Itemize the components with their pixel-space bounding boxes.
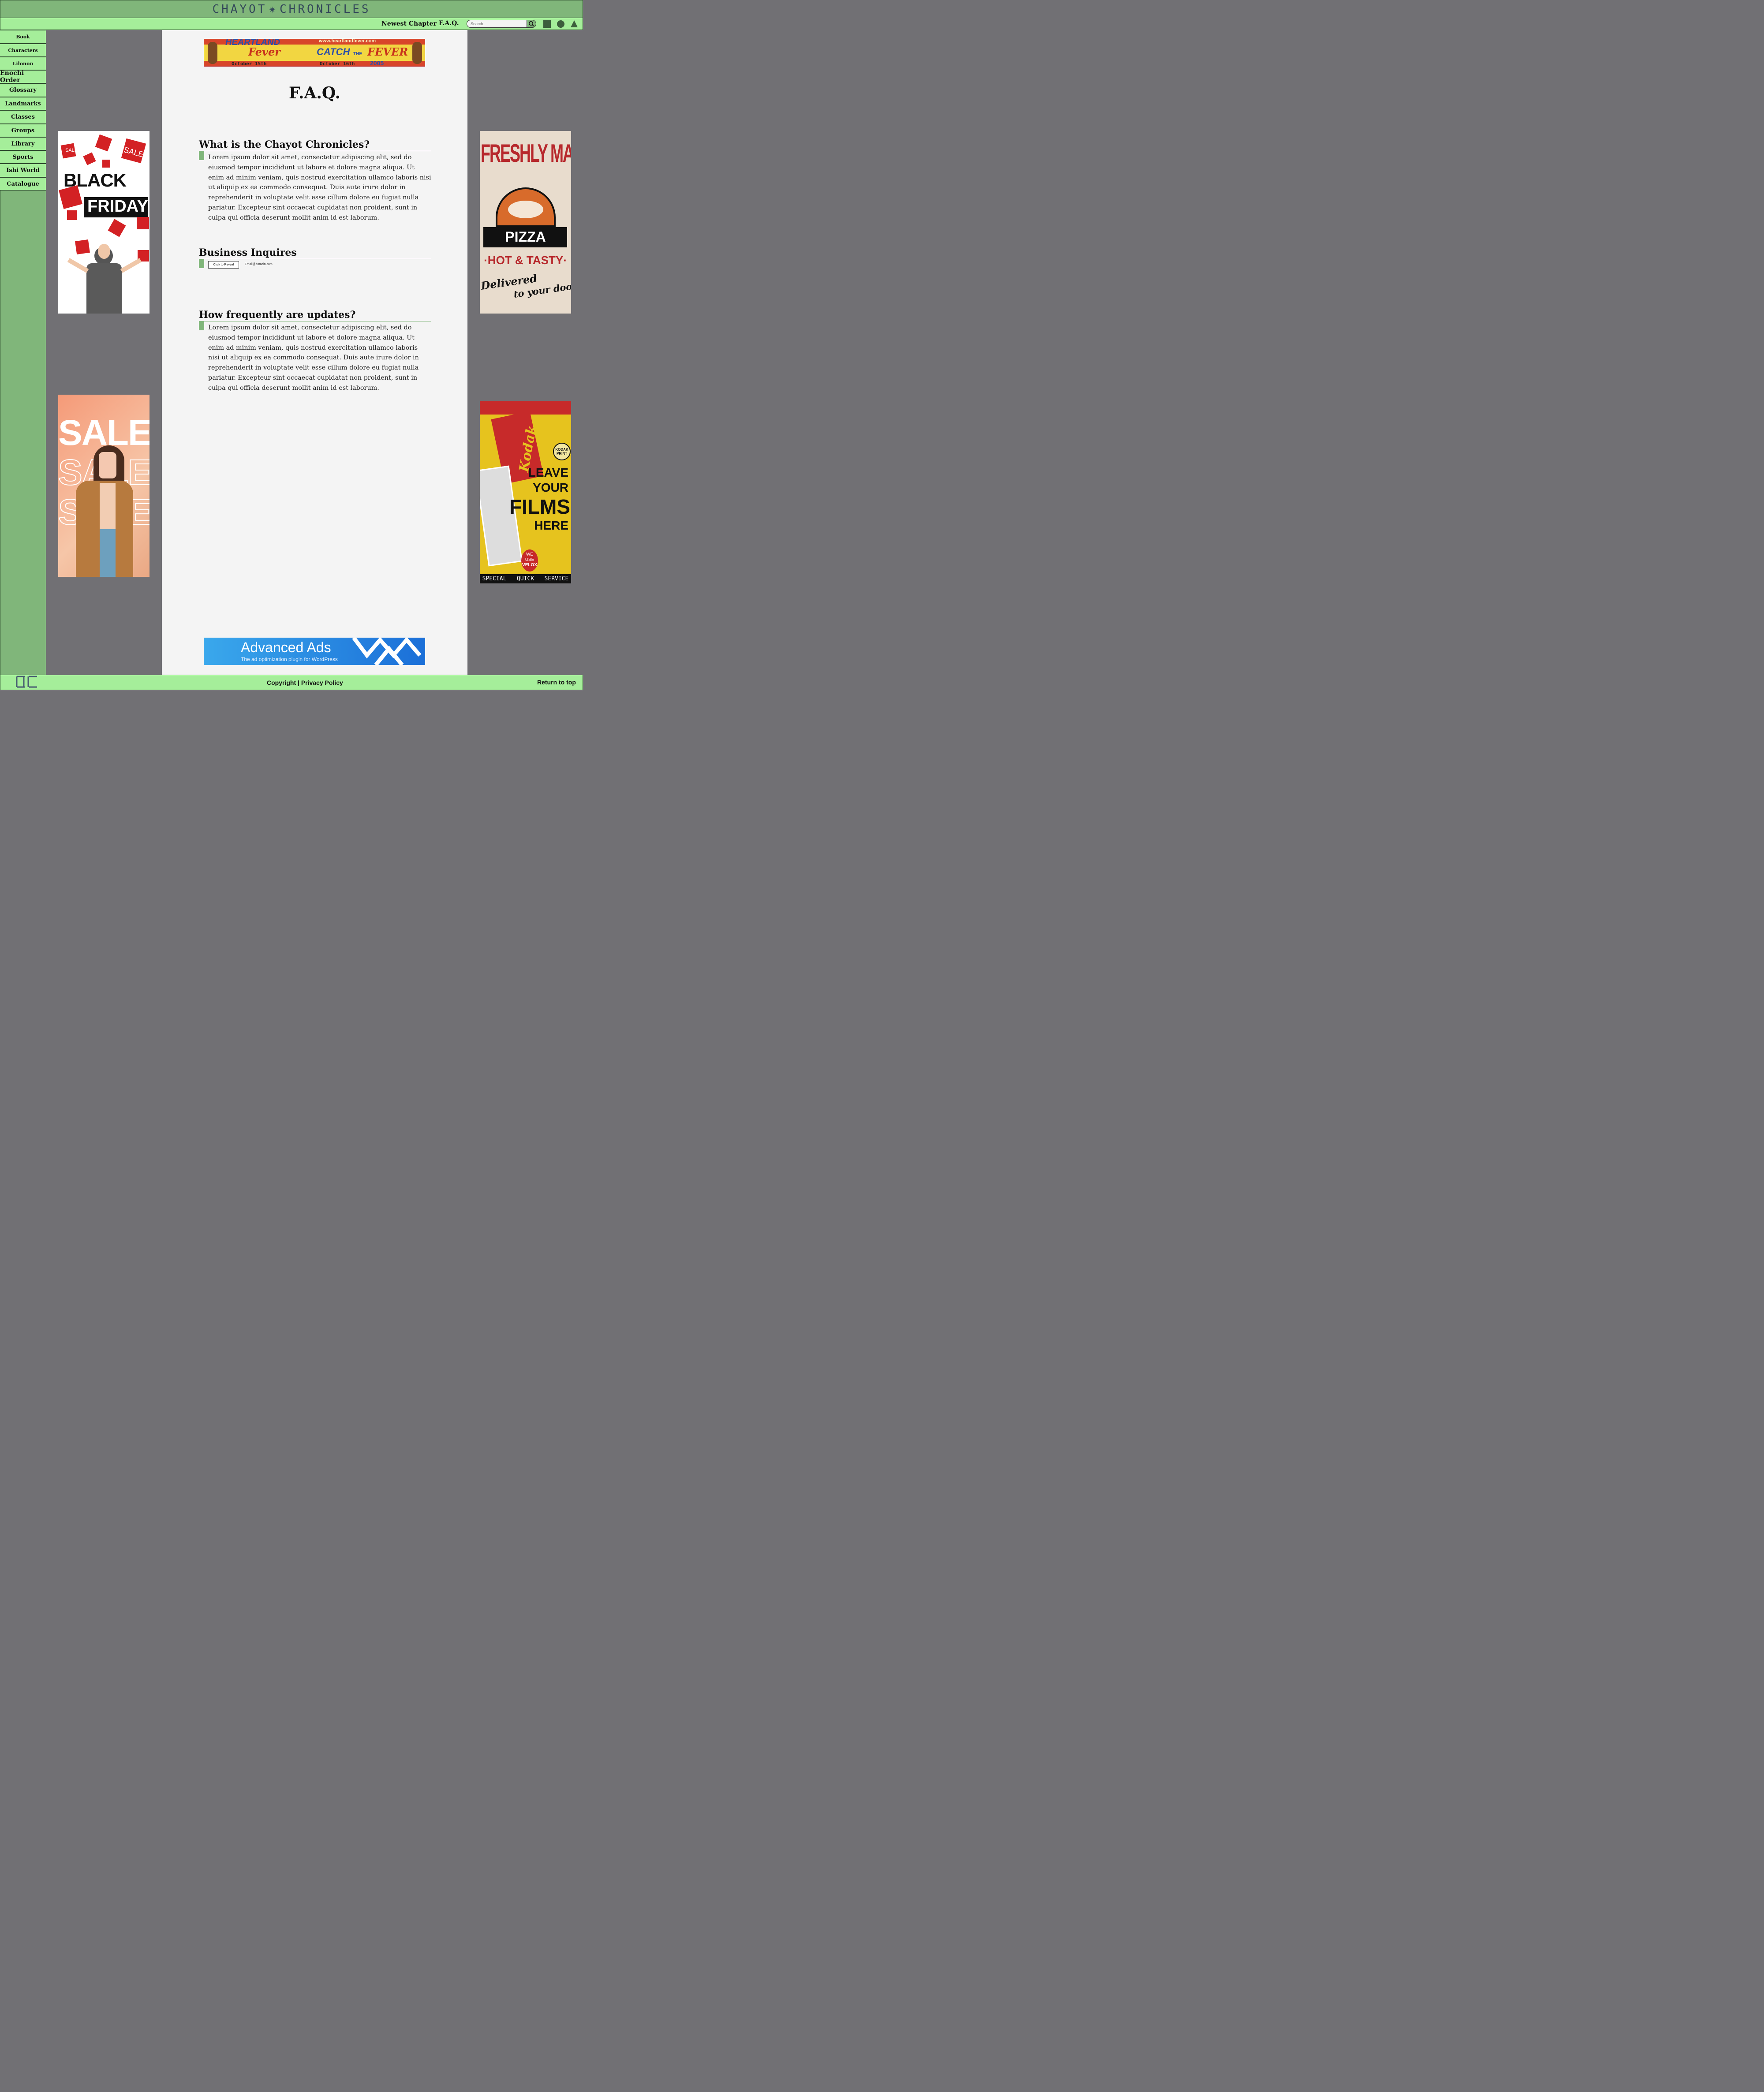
faq-answer-text: Lorem ipsum dolor sit amet, consectetur …	[208, 154, 431, 221]
velox-badge-line: USE	[525, 557, 534, 562]
banner-year: 2005	[370, 60, 384, 67]
search-input[interactable]	[467, 20, 527, 28]
site-title-left: CHAYOT	[212, 2, 267, 16]
privacy-policy-link[interactable]: Privacy Policy	[301, 679, 343, 686]
banner-fever2-text: FEVER	[367, 45, 408, 58]
sidebar-item-landmarks[interactable]: Landmarks	[0, 97, 46, 110]
advanced-ads-title: Advanced Ads	[241, 639, 331, 655]
bottom-banner-ad[interactable]: Advanced Ads The ad optimization plugin …	[204, 638, 425, 665]
sidebar-item-book[interactable]: Book	[0, 30, 46, 44]
pizza-ad[interactable]: FRESHLY MADE PIZZA ·HOT & TASTY· Deliver…	[480, 131, 571, 314]
sidebar-item-enochi-order[interactable]: Enochi Order	[0, 70, 46, 84]
triangle-icon[interactable]	[570, 20, 578, 28]
sidebar-item-glossary[interactable]: Glossary	[0, 83, 46, 97]
section-marker	[199, 259, 204, 268]
banner-date2: October 16th	[320, 61, 355, 67]
velox-badge-line: VELOX	[522, 563, 537, 568]
sidebar-item-lilonon[interactable]: Lilonon	[0, 57, 46, 70]
sidebar-item-characters[interactable]: Characters	[0, 44, 46, 57]
page-title: F.A.Q.	[288, 84, 341, 102]
velox-badge: WE USE VELOX	[521, 549, 538, 572]
reveal-email-button[interactable]: Click to Reveal	[208, 261, 239, 269]
banner-the-text: THE	[353, 52, 362, 56]
sidebar-item-library[interactable]: Library	[0, 137, 46, 150]
site-title-right: CHRONICLES	[280, 2, 371, 16]
section-marker	[199, 151, 204, 160]
section-marker	[199, 321, 204, 330]
star-icon: ✷	[269, 2, 278, 16]
here-text: HERE	[534, 519, 568, 532]
freshly-made-text: FRESHLY MADE	[481, 138, 571, 168]
banner-date1: October 15th	[232, 61, 267, 67]
hot-tasty-text: ·HOT & TASTY·	[484, 254, 567, 267]
return-to-top-link[interactable]: Return to top	[537, 679, 576, 686]
velox-badge-line: WE	[526, 552, 534, 557]
square-icon[interactable]	[543, 20, 551, 28]
leave-text: LEAVE	[528, 466, 568, 479]
sidebar-item-catalogue[interactable]: Catalogue	[0, 177, 46, 191]
black-friday-ad[interactable]: SALE SALE BLACK FRIDAY	[58, 131, 149, 314]
site-title[interactable]: CHAYOT ✷ CHRONICLES	[212, 3, 370, 16]
banner-url-text: www.heartlandfever.com	[319, 39, 376, 44]
your-text: YOUR	[533, 481, 568, 494]
faq-answer-text: Lorem ipsum dolor sit amet, consectetur …	[208, 324, 419, 392]
copyright-link[interactable]: Copyright	[267, 679, 296, 686]
sale-fashion-ad[interactable]: SALE SALE SALE	[58, 395, 149, 577]
newest-chapter-link[interactable]: Newest Chapter	[381, 20, 437, 27]
kodak-print-logo: KODAK PRINT	[553, 443, 571, 460]
banner-fever-text: Fever	[248, 45, 280, 58]
faq-question-title: How frequently are updates?	[199, 309, 431, 321]
circle-icon[interactable]	[557, 20, 564, 28]
search-button[interactable]	[527, 20, 536, 28]
footer-links: Copyright | Privacy Policy	[267, 679, 343, 686]
pizza-text: PIZZA	[505, 229, 546, 245]
top-banner-ad[interactable]: HEARTLAND Fever www.heartlandfever.com C…	[204, 39, 425, 67]
footer-separator: |	[298, 679, 299, 686]
business-inquiries-title: Business Inquires	[199, 247, 431, 259]
sale-tag-text: SALE	[65, 148, 78, 153]
faq-link[interactable]: F.A.Q.	[439, 20, 459, 27]
sidebar-item-ishi-world[interactable]: Ishi World	[0, 164, 46, 177]
advanced-ads-subtitle: The ad optimization plugin for WordPress	[241, 656, 338, 662]
search-icon	[529, 21, 534, 27]
sidebar-item-classes[interactable]: Classes	[0, 110, 46, 124]
zigzag-graphic	[352, 638, 422, 665]
site-header: CHAYOT ✷ CHRONICLES	[0, 0, 583, 18]
site-logo-icon[interactable]	[16, 676, 38, 688]
sidebar-item-groups[interactable]: Groups	[0, 124, 46, 137]
friday-text: FRIDAY	[87, 197, 148, 216]
banner-catch-text: CATCH	[317, 46, 350, 57]
sidebar-item-sports[interactable]: Sports	[0, 150, 46, 164]
kodak-ad[interactable]: Kodak KODAK PRINT LEAVE YOUR FILMS HERE …	[480, 401, 571, 583]
special-quick-service-text: SPECIAL QUICK SERVICE	[480, 574, 571, 583]
films-text: FILMS	[509, 495, 570, 518]
email-text: Email@domain.com	[245, 263, 273, 266]
faq-question-title: What is the Chayot Chronicles?	[199, 138, 431, 151]
